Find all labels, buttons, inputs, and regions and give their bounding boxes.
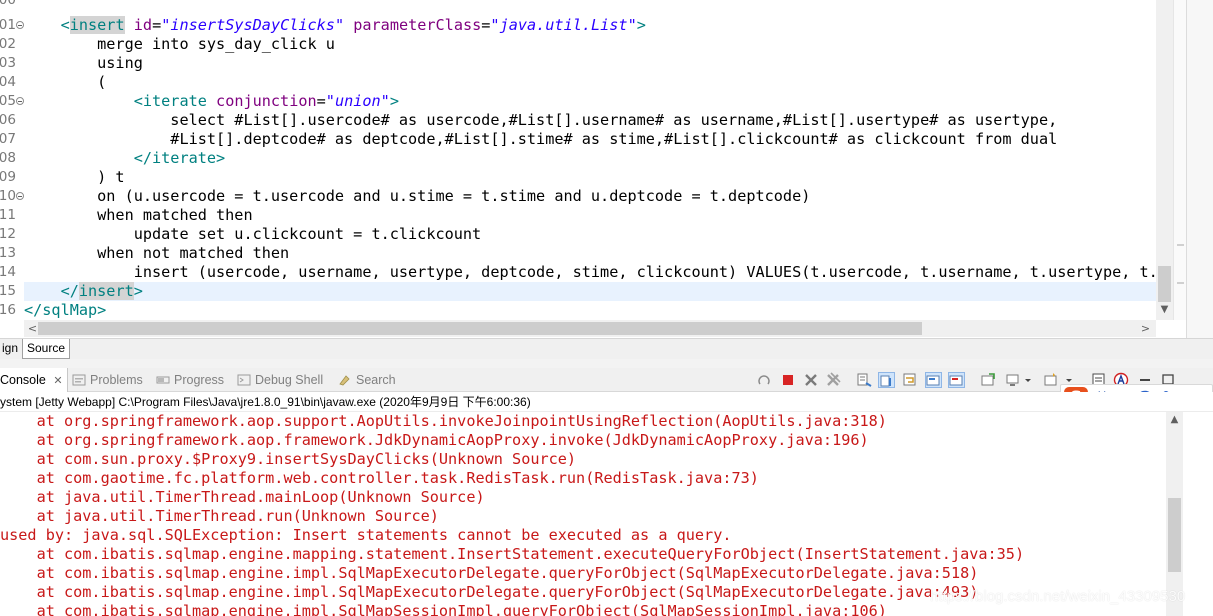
console-process-label: ystem [Jetty Webapp] C:\Program Files\Ja… [0,392,1213,412]
editor-vertical-scrollbar[interactable]: ▼ [1156,0,1173,320]
side-trim [1186,0,1213,338]
editor-mode-tabs: ign Source [0,338,1213,359]
line-number: 01 [0,16,24,35]
console-side-trim [1183,412,1213,616]
line-number: 06 [0,112,16,128]
fold-toggle-icon[interactable] [16,97,24,105]
tab-debug-shell[interactable]: Debug Shell [237,368,323,392]
scroll-lock-icon[interactable] [878,372,895,388]
open-console-icon[interactable] [1043,372,1060,388]
fold-toggle-icon[interactable] [16,21,24,29]
tab-console[interactable]: Console ✕ [0,368,68,392]
pin-icon[interactable] [980,372,997,388]
progress-icon [156,370,170,384]
tab-source[interactable]: Source [22,339,71,359]
console-output[interactable]: at org.springframework.aop.support.AopUt… [0,412,1166,616]
code-line: #List[].deptcode# as deptcode,#List[].st… [24,130,1058,148]
line-number-gutter: 00 01 02 03 04 05 06 07 08 09 10 11 12 1… [0,0,24,320]
code-line: when matched then [24,206,253,224]
tab-label: Progress [174,373,225,387]
tab-label: Problems [90,373,143,387]
terminate-icon[interactable] [780,372,797,388]
console-line: at com.sun.proxy.$Proxy9.insertSysDayCli… [0,450,577,468]
view-separator[interactable] [0,359,1213,368]
line-number: 02 [0,36,16,52]
scrollbar-thumb[interactable] [1168,498,1181,572]
console-line: used by: java.sql.SQLException: Insert s… [0,526,732,544]
problems-icon [72,370,86,386]
code-area[interactable]: <insert id="insertSysDayClicks" paramete… [24,0,1156,320]
close-icon[interactable]: ✕ [53,375,62,387]
code-line: ) t [24,168,125,186]
fold-toggle-icon[interactable] [16,192,24,200]
clear-console-icon[interactable] [856,372,873,388]
pin-console-icon[interactable] [756,372,773,388]
console-line: at org.springframework.aop.support.AopUt… [0,412,887,430]
console-line: at java.util.TimerThread.mainLoop(Unknow… [0,488,485,506]
line-number: 10 [0,187,24,206]
line-number: 08 [0,150,16,166]
word-wrap-icon[interactable] [902,372,919,388]
code-line: update set u.clickcount = t.clickcount [24,225,482,243]
line-number: 05 [0,92,24,111]
code-line: on (u.usercode = t.usercode and u.stime … [24,187,811,205]
display-console-icon[interactable] [1005,372,1022,388]
debug-shell-icon [237,370,251,386]
xml-editor[interactable]: 00 01 02 03 04 05 06 07 08 09 10 11 12 1… [0,0,1186,338]
code-line: <insert id="insertSysDayClicks" paramete… [60,16,646,34]
code-line: <iterate conjunction="union"> [133,92,399,110]
code-line: when not matched then [24,244,290,262]
show-on-stderr-icon[interactable] [948,372,965,388]
console-vertical-scrollbar[interactable]: ▲ [1166,412,1183,616]
ruler-marker[interactable] [1177,244,1184,246]
tab-label: Debug Shell [255,373,324,387]
console-line: at com.ibatis.sqlmap.engine.mapping.stat… [0,545,1025,563]
code-line: using [24,54,143,72]
show-on-stdout-icon[interactable] [925,372,942,388]
overview-ruler[interactable] [1173,0,1186,320]
search-icon [338,370,352,386]
console-line: at com.gaotime.fc.platform.web.controlle… [0,469,759,487]
line-number: 12 [0,226,16,242]
scroll-right-arrow-icon[interactable]: > [1137,320,1154,337]
code-line: </sqlMap> [24,301,107,319]
line-number: 00 [0,0,16,8]
tab-progress[interactable]: Progress [156,368,224,392]
tab-problems[interactable]: Problems [72,368,143,392]
scrollbar-thumb[interactable] [38,322,922,335]
remove-all-icon[interactable] [825,372,842,388]
line-number: 15 [0,283,16,299]
remove-launch-icon[interactable] [803,372,820,388]
tab-label: Search [356,373,396,387]
line-number: 14 [0,264,16,280]
code-line: ( [24,73,107,91]
ruler-marker[interactable] [1177,282,1184,284]
tab-label: Console [0,373,46,387]
line-number: 09 [0,169,16,185]
console-line: at java.util.TimerThread.run(Unknown Sou… [0,507,439,525]
line-number: 04 [0,74,16,90]
editor-horizontal-scrollbar[interactable]: < > [24,320,1156,337]
view-tab-bar: Console ✕ Problems Progress Debug Shell … [0,368,1213,392]
code-line: select #List[].usercode# as usercode,#Li… [24,111,1058,129]
line-number: 07 [0,131,16,147]
scroll-up-arrow-icon[interactable]: ▲ [1166,414,1183,430]
code-line: merge into sys_day_click u [24,35,335,53]
console-line: at com.ibatis.sqlmap.engine.impl.SqlMapE… [0,564,979,582]
line-number: 03 [0,55,16,71]
line-number: 13 [0,245,16,261]
code-line: </iterate> [133,149,226,167]
scroll-down-arrow-icon[interactable]: ▼ [1156,302,1173,318]
tab-search[interactable]: Search [338,368,396,392]
tab-design[interactable]: ign [0,339,22,359]
line-number: 16 [0,302,16,318]
watermark: https://blog.csdn.net/weixin_43309530 [930,588,1186,605]
line-number: 11 [0,207,16,223]
scrollbar-thumb[interactable] [1158,266,1171,302]
console-line: at org.springframework.aop.framework.Jdk… [0,431,869,449]
chevron-down-icon[interactable] [1024,372,1032,388]
current-code-line: </insert> [24,282,1156,301]
code-line: insert (usercode, username, usertype, de… [24,263,1156,281]
